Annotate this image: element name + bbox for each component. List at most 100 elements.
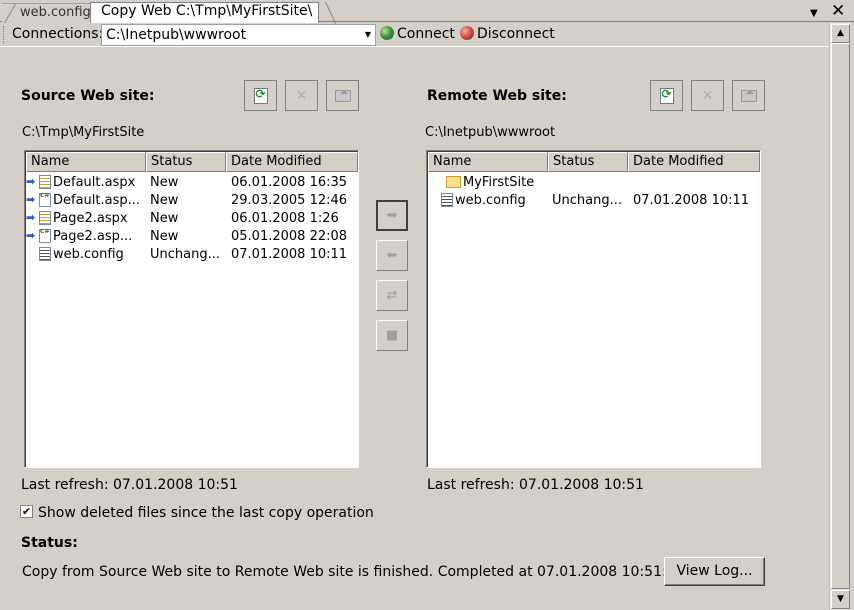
file-status: New — [150, 174, 179, 190]
remote-path: C:\Inetpub\wwwroot — [425, 125, 556, 140]
toolbar-grip[interactable] — [3, 26, 6, 44]
arrow-right-icon: ➡ — [26, 229, 36, 242]
status-message: Copy from Source Web site to Remote Web … — [22, 564, 689, 580]
aspx-file-icon — [39, 175, 51, 189]
file-date-modified: 07.01.2008 10:11 — [633, 192, 750, 208]
document-tab-strip: web.config Copy Web C:\Tmp\MyFirstSite\ … — [0, 0, 854, 23]
source-refresh-button[interactable] — [244, 80, 277, 111]
file-status: Unchang... — [150, 246, 220, 262]
list-item[interactable]: ➡ Page2.aspx New 06.01.2008 1:26 — [26, 209, 357, 227]
file-name: Page2.aspx — [53, 210, 128, 226]
connections-label: Connections: — [12, 26, 104, 42]
file-name-cell: web.config — [428, 193, 549, 208]
remote-last-refresh: Last refresh: 07.01.2008 10:51 — [427, 477, 644, 493]
globe-disconnect-icon — [460, 26, 474, 40]
remote-list-body: MyFirstSite web.config Unchang... 07.01.200… — [428, 173, 759, 209]
arrow-left-icon: ⬅ — [386, 248, 398, 263]
status-label: Status: — [21, 535, 78, 551]
copy-to-remote-button[interactable]: ➡ — [376, 200, 408, 231]
tab-web-config[interactable]: web.config — [2, 3, 97, 22]
chevron-down-icon[interactable]: ▼ — [361, 25, 375, 45]
column-date-modified[interactable]: Date Modified — [226, 152, 358, 172]
connections-toolbar: Connections: C:\Inetpub\wwwroot ▼ Connec… — [0, 23, 829, 47]
list-item[interactable]: web.config Unchang... 07.01.2008 10:11 — [26, 245, 357, 263]
refresh-icon — [253, 87, 268, 104]
source-path: C:\Tmp\MyFirstSite — [22, 125, 145, 140]
connections-value: C:\Inetpub\wwwroot — [106, 27, 247, 43]
stop-button[interactable]: ■ — [376, 320, 408, 351]
column-date-modified[interactable]: Date Modified — [628, 152, 760, 172]
source-folder-up-button[interactable] — [326, 80, 359, 111]
scroll-down-icon[interactable]: ▼ — [831, 590, 850, 609]
file-name: Default.asp... — [53, 192, 141, 208]
show-deleted-label[interactable]: Show deleted files since the last copy o… — [38, 505, 374, 521]
remote-list-header: Name Status Date Modified — [428, 152, 760, 172]
vertical-scrollbar[interactable]: ▲ ▼ — [829, 23, 850, 610]
file-date-modified: 07.01.2008 10:11 — [231, 246, 348, 262]
close-document-icon[interactable]: ✕ — [831, 2, 845, 20]
delete-icon: ✕ — [701, 87, 714, 104]
arrow-right-icon: ➡ — [26, 175, 36, 188]
arrow-right-icon: ➡ — [26, 211, 36, 224]
file-name: MyFirstSite — [463, 174, 535, 190]
file-name-cell: web.config — [26, 247, 147, 262]
synchronize-button[interactable]: ⇄ — [376, 280, 408, 311]
folder-up-icon — [740, 89, 757, 102]
file-name-cell: MyFirstSite — [428, 175, 549, 190]
folder-up-icon — [334, 89, 351, 102]
arrow-right-icon: ➡ — [26, 193, 36, 206]
remote-refresh-button[interactable] — [650, 80, 683, 111]
tab-list-dropdown-icon[interactable]: ▼ — [810, 5, 818, 23]
list-item[interactable]: ➡ Default.aspx New 06.01.2008 16:35 — [26, 173, 357, 191]
connections-combobox[interactable]: C:\Inetpub\wwwroot ▼ — [101, 24, 376, 46]
list-item[interactable]: web.config Unchang... 07.01.2008 10:11 — [428, 191, 759, 209]
scroll-thumb[interactable] — [831, 43, 850, 589]
disconnect-button[interactable]: Disconnect — [460, 26, 555, 42]
globe-connect-icon — [380, 26, 394, 40]
list-item[interactable]: ➡ Default.asp... New 29.03.2005 12:46 — [26, 191, 357, 209]
file-name: web.config — [455, 192, 526, 208]
file-status: New — [150, 210, 179, 226]
file-name-cell: ➡ Default.asp... — [26, 193, 147, 208]
source-file-list[interactable]: Name Status Date Modified ➡ Default.aspx N… — [24, 150, 359, 468]
remote-file-list[interactable]: Name Status Date Modified MyFirstSite web… — [426, 150, 761, 468]
source-heading: Source Web site: — [21, 88, 155, 104]
cs-file-icon — [39, 229, 51, 243]
source-delete-button[interactable]: ✕ — [285, 80, 318, 111]
file-date-modified: 05.01.2008 22:08 — [231, 228, 348, 244]
copy-to-source-button[interactable]: ⬅ — [376, 240, 408, 271]
delete-icon: ✕ — [295, 87, 308, 104]
remote-heading: Remote Web site: — [427, 88, 567, 104]
remote-folder-up-button[interactable] — [732, 80, 765, 111]
scroll-up-icon[interactable]: ▲ — [831, 24, 850, 43]
file-name: web.config — [53, 246, 124, 262]
show-deleted-checkbox[interactable]: ✔ — [20, 505, 33, 518]
config-file-icon — [39, 247, 51, 261]
view-log-button[interactable]: View Log... — [664, 557, 765, 586]
sync-arrows-icon: ⇄ — [386, 288, 398, 303]
tab-copy-web[interactable]: Copy Web C:\Tmp\MyFirstSite\ — [90, 2, 320, 23]
connect-button[interactable]: Connect — [380, 26, 455, 42]
file-date-modified: 06.01.2008 1:26 — [231, 210, 339, 226]
list-item[interactable]: MyFirstSite — [428, 173, 759, 191]
connect-label: Connect — [397, 26, 455, 42]
file-date-modified: 06.01.2008 16:35 — [231, 174, 348, 190]
column-name[interactable]: Name — [26, 152, 146, 172]
file-name: Page2.asp... — [53, 228, 133, 244]
disconnect-label: Disconnect — [477, 26, 555, 42]
file-name-cell: ➡ Default.aspx — [26, 175, 147, 190]
remote-delete-button[interactable]: ✕ — [691, 80, 724, 111]
refresh-icon — [659, 87, 674, 104]
list-item[interactable]: ➡ Page2.asp... New 05.01.2008 22:08 — [26, 227, 357, 245]
column-name[interactable]: Name — [428, 152, 548, 172]
cs-file-icon — [39, 193, 51, 207]
file-status: New — [150, 192, 179, 208]
source-list-body: ➡ Default.aspx New 06.01.2008 16:35 ➡ Default… — [26, 173, 357, 263]
column-status[interactable]: Status — [548, 152, 628, 172]
arrow-right-icon: ➡ — [386, 208, 398, 223]
column-status[interactable]: Status — [146, 152, 226, 172]
file-status: Unchang... — [552, 192, 622, 208]
file-date-modified: 29.03.2005 12:46 — [231, 192, 348, 208]
config-file-icon — [441, 193, 453, 207]
source-list-header: Name Status Date Modified — [26, 152, 358, 172]
